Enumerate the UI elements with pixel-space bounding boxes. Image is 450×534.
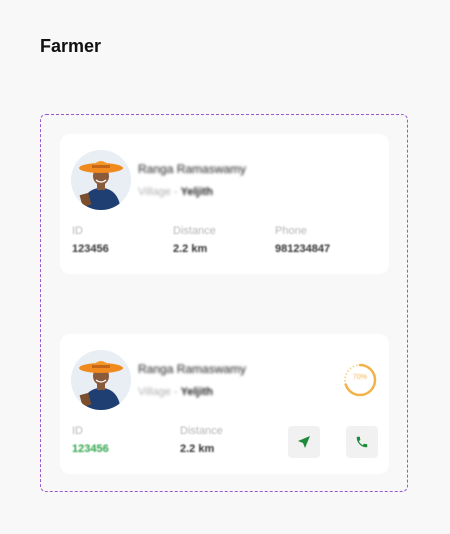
- village-label: Village -: [138, 386, 181, 398]
- phone-icon: [356, 436, 368, 448]
- farmer-photo-icon: [71, 150, 131, 210]
- field-value: 123456: [72, 243, 109, 255]
- field-label: Distance: [180, 425, 223, 437]
- farmer-village: Village - Yeljith: [138, 386, 213, 398]
- field-label: Phone: [275, 225, 307, 237]
- field-id: ID 123456: [72, 425, 109, 455]
- field-id: ID 123456: [72, 225, 109, 255]
- farmer-village: Village - Yeljith: [138, 186, 213, 198]
- navigation-arrow-icon: [298, 436, 310, 448]
- farmer-card[interactable]: Ranga Ramaswamy Village - Yeljith ID 123…: [60, 134, 389, 274]
- farmer-photo-icon: [71, 350, 131, 410]
- page-title: Farmer: [40, 36, 102, 56]
- farmer-name: Ranga Ramaswamy: [138, 362, 247, 376]
- field-value: 123456: [72, 443, 109, 455]
- farmer-card[interactable]: Ranga Ramaswamy Village - Yeljith 70% ID…: [60, 334, 389, 474]
- progress-label: 70%: [352, 374, 367, 381]
- field-value: 2.2 km: [173, 243, 208, 255]
- village-value: Yeljith: [180, 186, 214, 198]
- field-distance: Distance 2.2 km: [180, 425, 223, 455]
- call-button[interactable]: [346, 426, 378, 458]
- field-label: ID: [72, 225, 83, 237]
- avatar: [71, 150, 131, 210]
- field-value: 2.2 km: [180, 443, 215, 455]
- field-label: ID: [72, 425, 83, 437]
- navigate-button[interactable]: [288, 426, 320, 458]
- avatar: [71, 350, 131, 410]
- field-label: Distance: [173, 225, 216, 237]
- field-phone: Phone 981234847: [275, 225, 330, 255]
- farmer-name: Ranga Ramaswamy: [138, 162, 247, 176]
- field-value: 981234847: [275, 243, 331, 255]
- field-distance: Distance 2.2 km: [173, 225, 216, 255]
- village-value: Yeljith: [180, 386, 214, 398]
- village-label: Village -: [138, 186, 181, 198]
